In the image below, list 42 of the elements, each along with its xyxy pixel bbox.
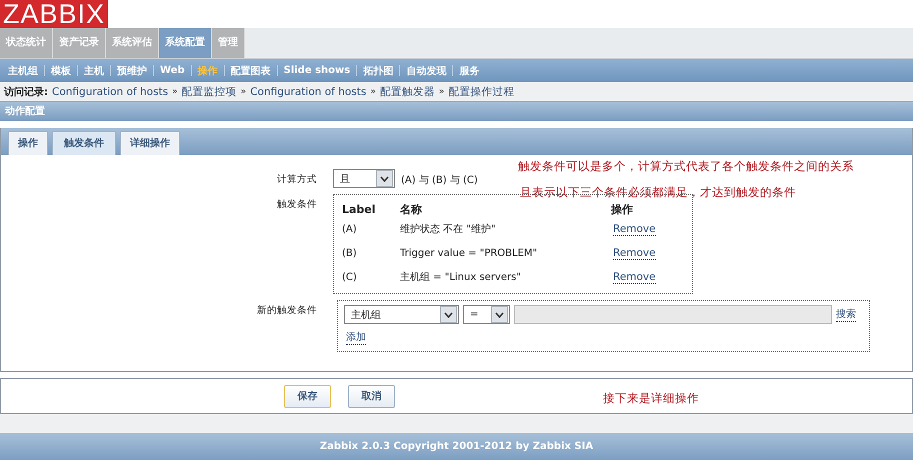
table-cell-text: 主机组 = "Linux servers" [400,270,522,284]
section-title: 动作配置 [5,106,45,117]
annotation-text: 接下来是详细操作 [603,391,699,406]
table-cell-text: (C) [342,272,358,282]
breadcrumb-separator: » [240,86,246,96]
column-header: 名称 [400,202,423,216]
table-cell-text: Trigger value = "PROBLEM" [400,248,538,258]
annotation-text: 且表示以下三个条件必须都满足，才达到触发的条件 [520,185,796,200]
breadcrumb-link[interactable]: 配置操作过程 [448,84,514,98]
breadcrumb-link[interactable]: 配置触发器 [380,84,435,98]
form-button[interactable]: 取消 [348,384,395,408]
table-cell-text: 维护状态 不在 "维护" [400,222,497,236]
remove-link[interactable]: Remove [613,223,656,236]
breadcrumb-separator: » [370,86,376,96]
breadcrumb-separator: » [172,86,178,96]
table-cell-text: (A) [342,224,358,234]
field-label: 触发条件 [276,198,318,211]
breadcrumb-link[interactable]: Configuration of hosts [52,86,168,98]
tab[interactable]: 触发条件 [52,131,116,155]
calc-select[interactable]: 且 [333,169,395,188]
tab[interactable]: 操作 [8,131,48,155]
table-cell-text: (B) [342,248,358,258]
breadcrumb-link[interactable]: 配置监控项 [182,84,237,98]
breadcrumb-link[interactable]: Configuration of hosts [250,86,366,98]
column-header: Label [342,202,377,216]
remove-link[interactable]: Remove [613,271,656,284]
remove-link[interactable]: Remove [613,247,656,260]
condition-type-select[interactable]: 主机组 [344,305,459,324]
form-button[interactable]: 保存 [284,384,331,408]
field-label: 新的触发条件 [256,304,318,317]
zabbix-logo[interactable]: ZABBIX [0,0,108,28]
search-link[interactable]: 搜索 [836,307,856,322]
operator-select[interactable]: = [463,305,510,324]
tab[interactable]: 详细操作 [120,131,180,155]
annotation-text: 触发条件可以是多个，计算方式代表了各个触发条件之间的关系 [518,159,854,174]
field-label: 计算方式 [276,173,318,186]
add-link[interactable]: 添加 [346,330,366,345]
copyright-text: Zabbix 2.0.3 Copyright 2001-2012 by Zabbix SIA [320,441,594,452]
breadcrumb-label: 访问记录: [4,85,48,98]
calc-expression: (A) 与 (B) 与 (C) [401,174,478,187]
column-header: 操作 [611,202,634,216]
breadcrumb-separator: » [438,86,444,96]
